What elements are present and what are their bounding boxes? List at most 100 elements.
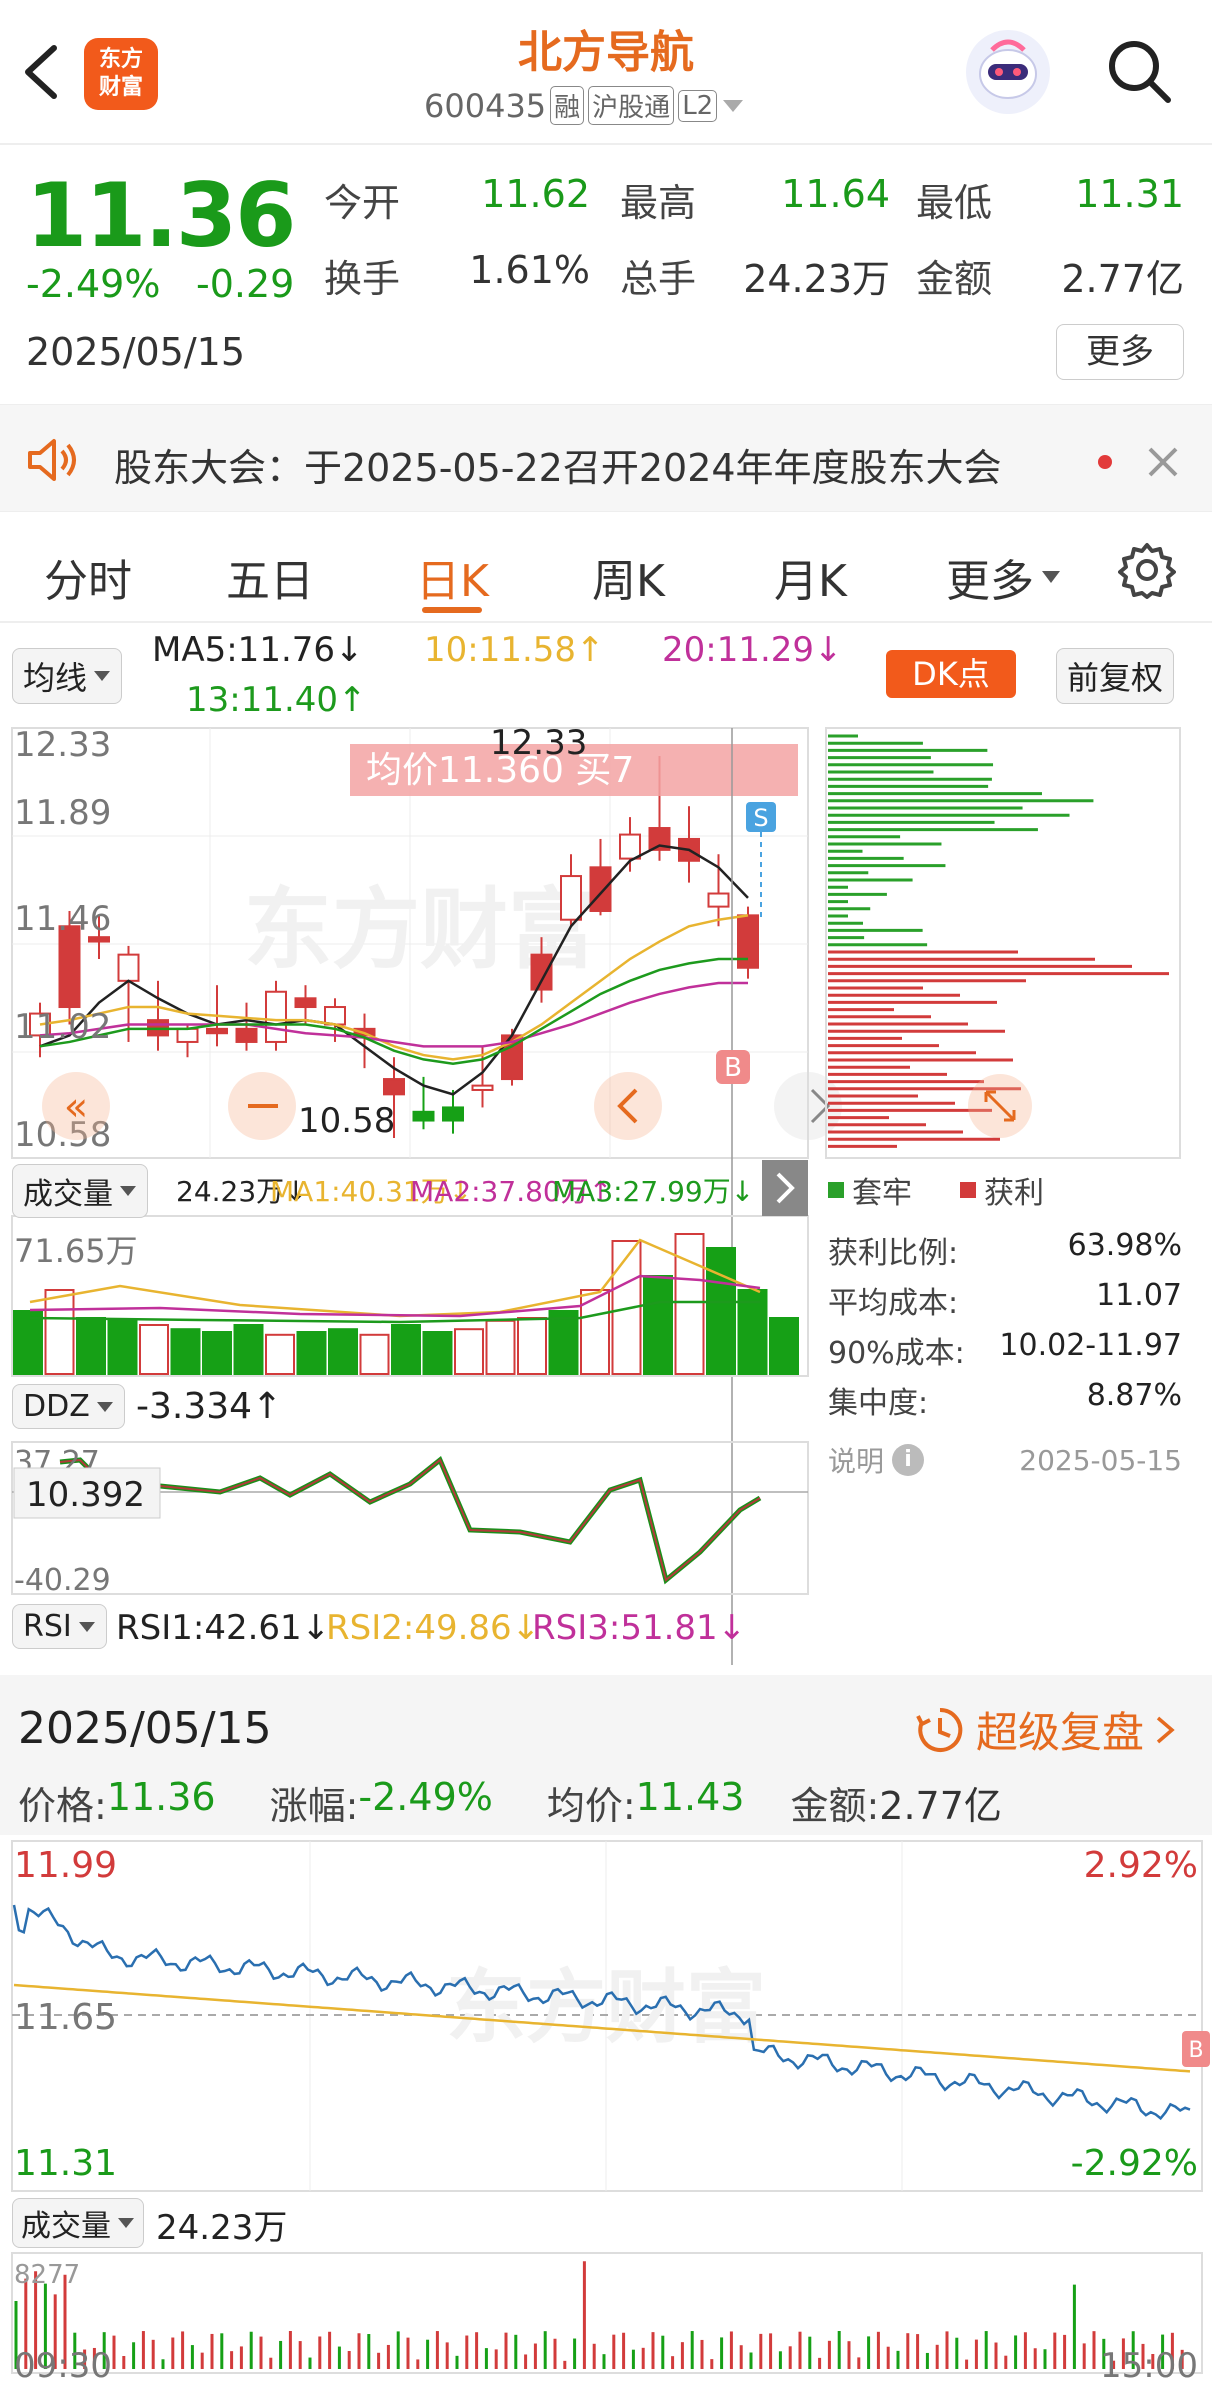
day-summary-bar: 2025/05/15 超级复盘 价格: 11.36 涨幅: -2.49% 均价:… [0,1675,1212,1835]
ma-selector[interactable]: 均线 [12,648,123,704]
ma20-value: 20:11.29↓ [662,630,843,670]
value-turnover: 1.61% [469,248,590,292]
tab-intraday[interactable]: 分时 [44,545,132,609]
label-turnover: 换手 [324,257,401,301]
chip-stat-row: 集中度: 8.87% [828,1378,1182,1422]
volume-bar [359,1333,390,1375]
notice-text: 股东大会：于2025-05-22召开2024年年度股东大会 [114,446,1002,490]
chip-stat-row: 获利比例: 63.98% [828,1228,1182,1272]
tick-price-2: 11.46 [14,899,111,939]
notice-bar[interactable]: 股东大会：于2025-05-22召开2024年年度股东大会 [0,404,1212,512]
avg-label: 均价: [546,1784,636,1828]
rsi-selector[interactable]: RSI [12,1604,107,1649]
tab-monthly-k[interactable]: 月K [774,545,847,609]
candle-body [471,1084,494,1091]
legend-trapped-swatch [828,1182,844,1198]
volume-bar [517,1317,547,1375]
chip-stat-value: 63.98% [1067,1228,1182,1263]
pct-label: 涨幅: [269,1784,359,1828]
chip-stat-label: 平均成本: [828,1286,959,1321]
period-tabs: 分时 五日 日K 周K 月K 更多 [0,515,1212,623]
buy-marker-label: B [724,1053,742,1083]
period-low-label: 10.58 [298,1101,395,1141]
dropdown-icon[interactable] [721,96,745,116]
current-price: 11.36 [26,164,296,267]
sell-marker-label: S [753,804,768,832]
legend-profit-label: 获利 [984,1176,1044,1211]
dropdown-icon [96,1401,113,1412]
super-review-link[interactable]: 超级复盘 [914,1699,1176,1760]
gear-icon[interactable] [1118,541,1176,599]
intraday-volume-selector[interactable]: 成交量 [12,2198,144,2248]
expand-panel-button[interactable] [762,1160,808,1216]
speaker-icon [28,439,76,481]
intraday-top-pct: 2.92% [1084,1845,1198,1886]
badge-margin: 融 [550,86,585,125]
badge-l2: L2 [678,89,718,122]
quote-date: 2025/05/15 [26,330,246,374]
super-review-label: 超级复盘 [976,1708,1145,1757]
dk-point-button[interactable]: DK点 [886,650,1016,698]
chip-stat-value: 8.87% [1086,1378,1182,1413]
label-open: 今开 [324,181,401,225]
ddz-selector-label: DDZ [23,1389,90,1424]
tab-more-label: 更多 [946,556,1034,607]
dropdown-icon [118,2218,134,2228]
search-icon[interactable] [1104,36,1174,108]
ma-selector-label: 均线 [23,659,88,697]
volume-selector[interactable]: 成交量 [12,1164,148,1218]
volume-bar [76,1317,106,1375]
ddz-selector[interactable]: DDZ [12,1384,125,1429]
ddz-line [59,1455,762,1585]
dk-point-label: DK点 [912,655,990,693]
intraday-volume-value: 24.23万 [156,2208,288,2248]
tab-more[interactable]: 更多 [946,545,1062,609]
volume-bar [674,1233,705,1375]
candle-body [560,875,582,921]
ddz-value: -3.334↑ [136,1386,283,1427]
tick-price-0: 12.33 [14,725,111,765]
adjust-button[interactable]: 前复权 [1056,648,1175,704]
tick-price-1: 11.89 [14,793,111,833]
candle-body [619,833,641,860]
more-button[interactable]: 更多 [1056,324,1184,380]
volume-bar [706,1247,736,1375]
amount-value: 2.77亿 [879,1784,1002,1828]
volume-bar [454,1328,484,1376]
volume-bar [422,1331,453,1375]
volume-bar [13,1310,43,1375]
robot-avatar-icon[interactable] [966,30,1050,114]
info-icon[interactable]: i [892,1444,925,1476]
price-label: 价格: [18,1784,107,1828]
close-icon[interactable] [1146,445,1180,479]
legend-trapped-label: 套牢 [852,1176,912,1211]
chip-note-row[interactable]: 说明 i 2025-05-15 [828,1440,1182,1480]
tab-five-day[interactable]: 五日 [226,545,314,609]
candle-body [707,892,730,908]
quote-panel: 11.36 -2.49% -0.29 2025/05/15 今开 11.62 最… [0,148,1212,403]
prev-button[interactable] [594,1072,662,1140]
candle-body [265,990,287,1043]
volume-bar [328,1328,358,1376]
intraday-bottom-price: 11.31 [14,2143,117,2184]
intraday-chart[interactable]: 东方财富 11.99 2.92% 11.65 11.31 -2.92% B 82… [0,1835,1212,2399]
tab-weekly-k[interactable]: 周K [592,545,665,609]
volume-bar [391,1324,421,1375]
badge-connect: 沪股通 [588,86,675,125]
ddz-line-overlay [59,1458,761,1582]
rsi3-value: RSI3:51.81↓ [532,1608,747,1648]
volume-bar [170,1328,201,1376]
unread-dot [1098,455,1112,469]
volume-bar [44,1289,75,1375]
value-high: 11.64 [781,172,890,216]
candle-body [589,866,612,912]
stock-code: 600435 [424,86,547,125]
change-percent: -2.49% [26,262,161,306]
summary-date: 2025/05/15 [18,1703,272,1754]
chip-stat-label: 90%成本: [828,1336,965,1371]
candle-body [383,1078,405,1096]
tab-daily-k[interactable]: 日K [416,545,489,609]
rsi-selector-label: RSI [23,1609,72,1644]
avg-value: 11.43 [635,1775,745,1819]
volume-bar [107,1319,138,1375]
